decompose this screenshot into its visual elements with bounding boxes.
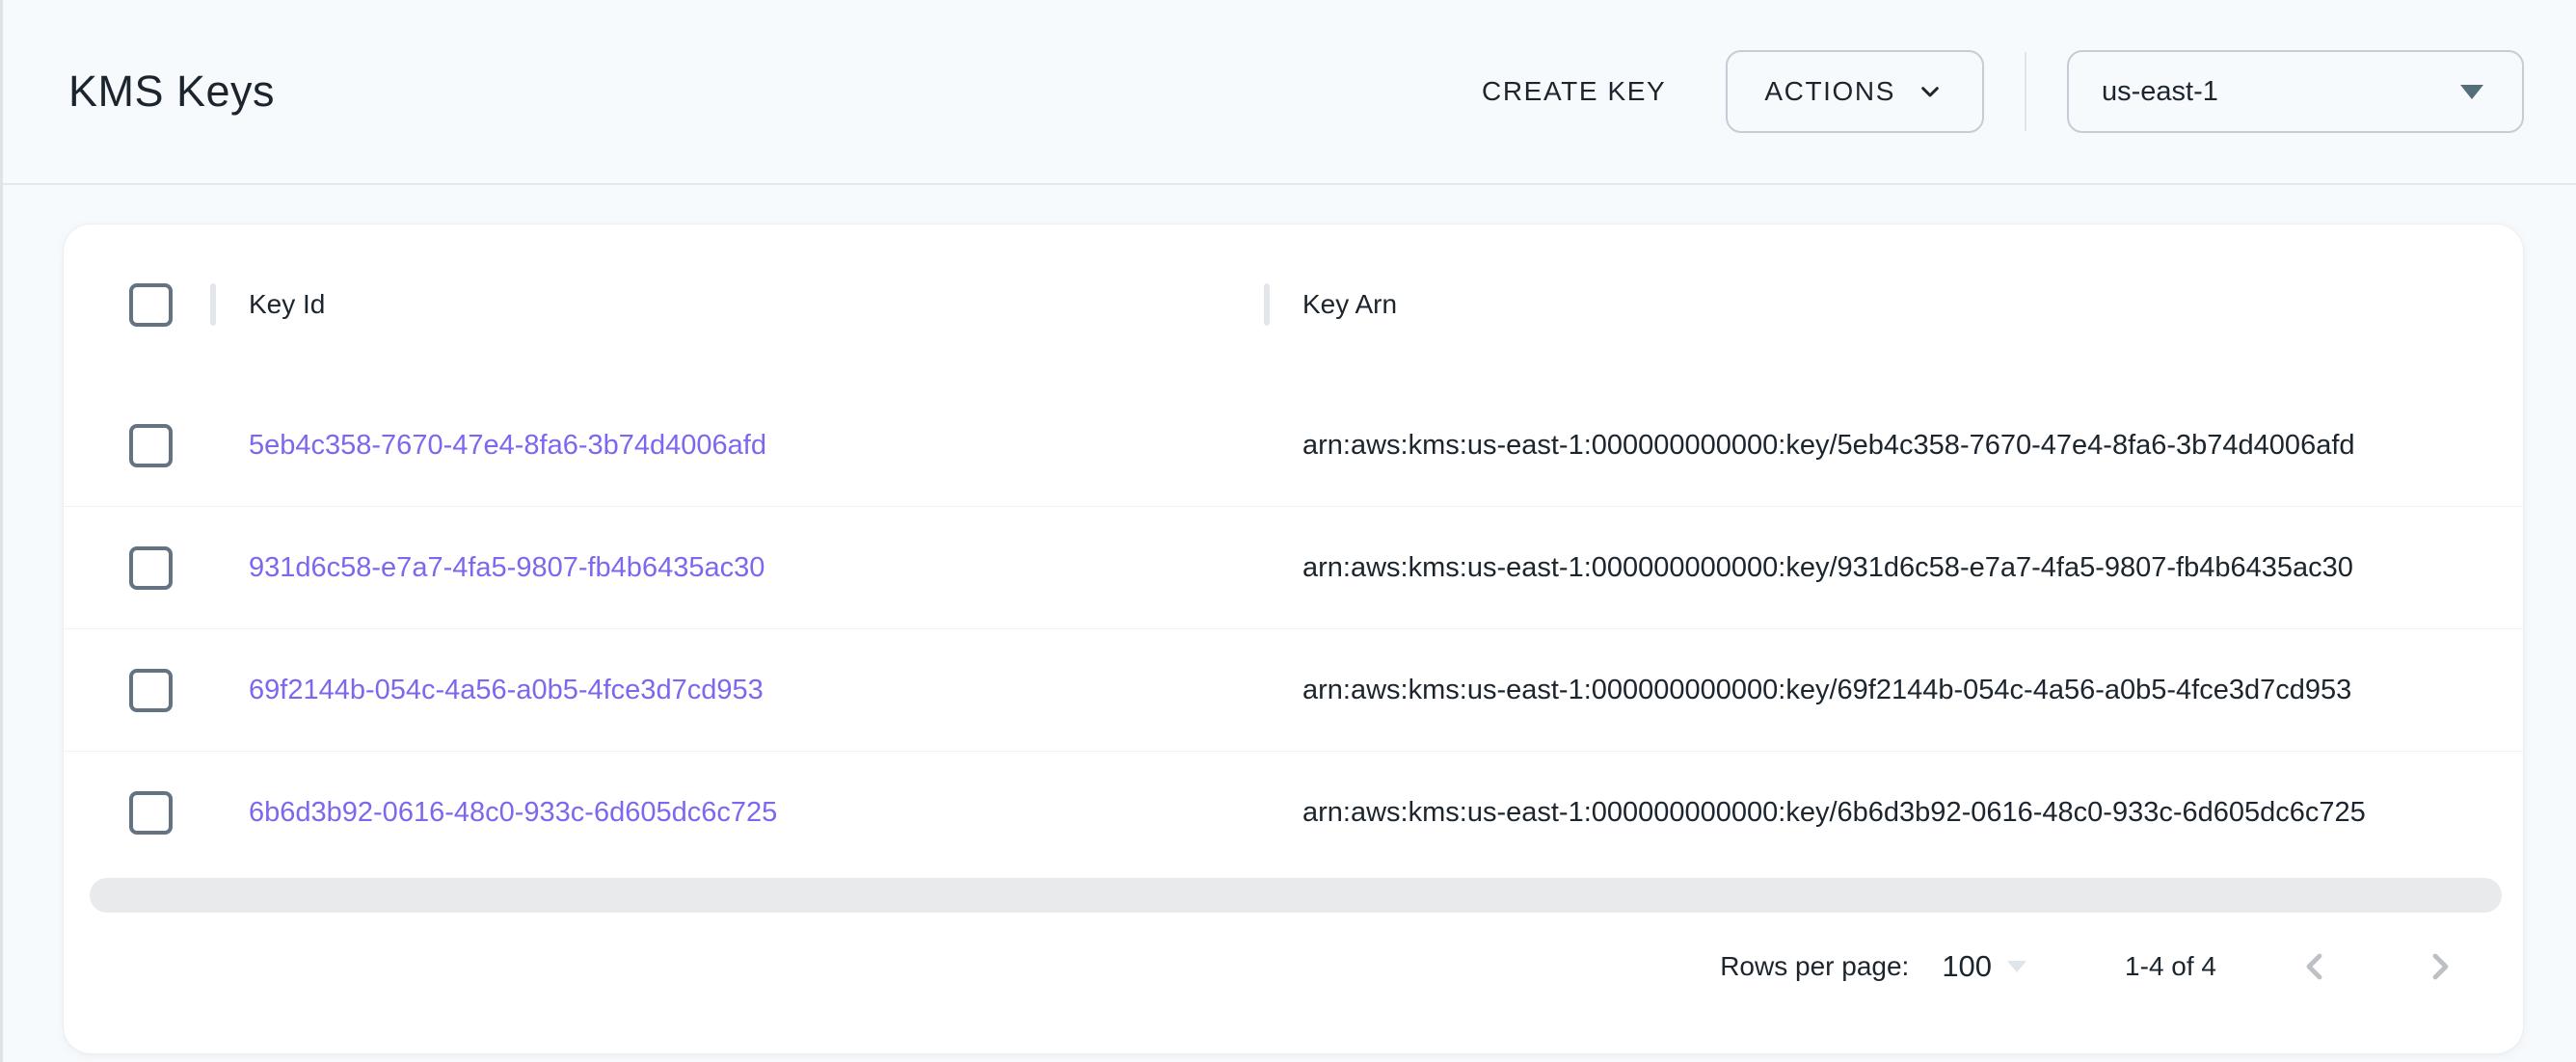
create-key-button[interactable]: CREATE KEY <box>1459 61 1689 122</box>
next-page-button[interactable] <box>2413 940 2467 994</box>
key-id-header-cell[interactable]: Key Id <box>210 225 1264 385</box>
key-arn-cell: arn:aws:kms:us-east-1:000000000000:key/6… <box>1264 629 2523 751</box>
header-checkbox-cell <box>64 225 210 385</box>
horizontal-scrollbar <box>64 874 2523 916</box>
key-arn-cell: arn:aws:kms:us-east-1:000000000000:key/6… <box>1264 752 2523 874</box>
row-checkbox[interactable] <box>129 669 173 712</box>
actions-button[interactable]: ACTIONS <box>1726 50 1984 133</box>
key-id-link[interactable]: 69f2144b-054c-4a56-a0b5-4fce3d7cd953 <box>249 675 764 706</box>
key-arn-column-label: Key Arn <box>1302 289 1397 320</box>
table-header-row: Key Id Key Arn <box>64 225 2523 385</box>
key-id-cell: 931d6c58-e7a7-4fa5-9807-fb4b6435ac30 <box>210 507 1264 628</box>
row-checkbox[interactable] <box>129 546 173 590</box>
table-row: 6b6d3b92-0616-48c0-933c-6d605dc6c725 arn… <box>64 752 2523 874</box>
region-select-value: us-east-1 <box>2102 76 2218 108</box>
toolbar-divider <box>2025 52 2026 131</box>
row-checkbox-cell <box>64 629 210 751</box>
column-separator <box>210 283 216 326</box>
key-id-cell: 6b6d3b92-0616-48c0-933c-6d605dc6c725 <box>210 752 1264 874</box>
table-row: 69f2144b-054c-4a56-a0b5-4fce3d7cd953 arn… <box>64 629 2523 752</box>
table-row: 5eb4c358-7670-47e4-8fa6-3b74d4006afd arn… <box>64 385 2523 507</box>
key-id-link[interactable]: 6b6d3b92-0616-48c0-933c-6d605dc6c725 <box>249 797 777 829</box>
key-id-link[interactable]: 5eb4c358-7670-47e4-8fa6-3b74d4006afd <box>249 430 766 462</box>
header-actions: CREATE KEY ACTIONS us-east-1 <box>1459 50 2524 133</box>
page-title: KMS Keys <box>68 66 275 117</box>
key-id-link[interactable]: 931d6c58-e7a7-4fa5-9807-fb4b6435ac30 <box>249 552 765 584</box>
key-arn-text: arn:aws:kms:us-east-1:000000000000:key/6… <box>1302 797 2366 829</box>
row-checkbox[interactable] <box>129 791 173 835</box>
key-arn-header-cell[interactable]: Key Arn <box>1264 225 2523 385</box>
row-checkbox[interactable] <box>129 424 173 467</box>
rows-per-page-value: 100 <box>1942 949 1992 984</box>
region-select[interactable]: us-east-1 <box>2067 50 2524 133</box>
pagination-range-label: 1-4 of 4 <box>2125 951 2216 982</box>
horizontal-scrollbar-thumb[interactable] <box>90 878 2502 913</box>
key-id-cell: 69f2144b-054c-4a56-a0b5-4fce3d7cd953 <box>210 629 1264 751</box>
key-id-column-label: Key Id <box>249 289 325 320</box>
row-checkbox-cell <box>64 507 210 628</box>
key-id-cell: 5eb4c358-7670-47e4-8fa6-3b74d4006afd <box>210 385 1264 506</box>
key-arn-cell: arn:aws:kms:us-east-1:000000000000:key/5… <box>1264 385 2523 506</box>
table-row: 931d6c58-e7a7-4fa5-9807-fb4b6435ac30 arn… <box>64 507 2523 629</box>
pagination-bar: Rows per page: 100 1-4 of 4 <box>64 916 2523 1017</box>
caret-down-icon <box>2460 85 2483 99</box>
select-all-checkbox[interactable] <box>129 283 173 327</box>
chevron-down-icon <box>1915 76 1945 107</box>
column-separator <box>1264 283 1270 326</box>
kms-keys-table-card: Key Id Key Arn 5eb4c358-7670-47e4-8fa6-3… <box>64 225 2523 1053</box>
key-arn-text: arn:aws:kms:us-east-1:000000000000:key/9… <box>1302 552 2353 584</box>
rows-per-page-select[interactable]: 100 <box>1942 949 2026 984</box>
key-arn-text: arn:aws:kms:us-east-1:000000000000:key/6… <box>1302 675 2351 706</box>
row-checkbox-cell <box>64 752 210 874</box>
table-body: 5eb4c358-7670-47e4-8fa6-3b74d4006afd arn… <box>64 385 2523 874</box>
chevron-left-icon <box>2292 943 2338 990</box>
caret-down-icon <box>2007 961 2026 972</box>
main-content: Key Id Key Arn 5eb4c358-7670-47e4-8fa6-3… <box>3 185 2576 1053</box>
page-header: KMS Keys CREATE KEY ACTIONS us-east-1 <box>3 0 2576 185</box>
kms-keys-page: { "page": { "title": "KMS Keys" }, "tool… <box>0 0 2576 1062</box>
rows-per-page-label: Rows per page: <box>1720 951 1909 982</box>
key-arn-cell: arn:aws:kms:us-east-1:000000000000:key/9… <box>1264 507 2523 628</box>
actions-button-label: ACTIONS <box>1764 76 1895 107</box>
previous-page-button[interactable] <box>2288 940 2342 994</box>
key-arn-text: arn:aws:kms:us-east-1:000000000000:key/5… <box>1302 430 2355 462</box>
chevron-right-icon <box>2417 943 2463 990</box>
row-checkbox-cell <box>64 385 210 506</box>
